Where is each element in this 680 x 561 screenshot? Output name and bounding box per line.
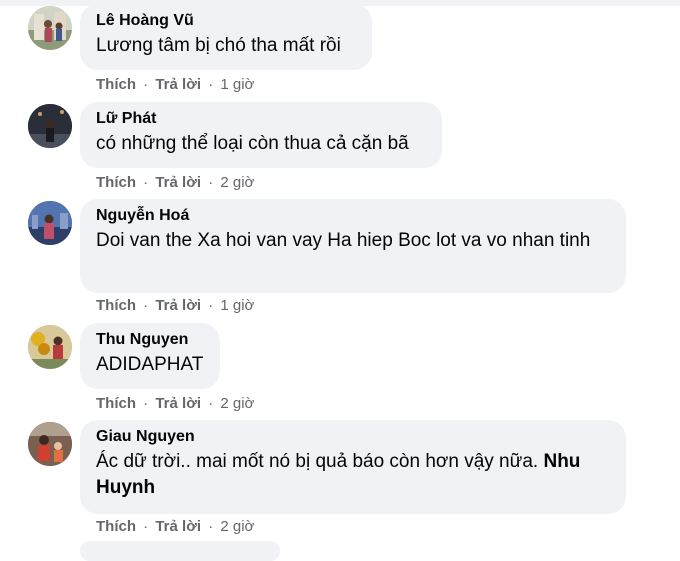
separator: · <box>143 518 149 535</box>
comment-timestamp[interactable]: 1 giờ <box>220 76 254 93</box>
like-button[interactable]: Thích <box>96 395 136 412</box>
avatar[interactable] <box>28 201 72 245</box>
like-button[interactable]: Thích <box>96 174 136 191</box>
reply-button[interactable]: Trả lời <box>155 76 201 93</box>
comment-bubble: Giau Nguyen Ác dữ trời.. mai mốt nó bị q… <box>80 420 626 514</box>
comment-actions: Thích · Trả lời · 1 giờ <box>96 297 254 315</box>
like-button[interactable]: Thích <box>96 76 136 93</box>
comment-bubble: Nguyễn Hoá Doi van the Xa hoi van vay Ha… <box>80 199 626 293</box>
separator: · <box>208 518 214 535</box>
comment-text: ADIDAPHAT <box>96 354 204 375</box>
comment-author[interactable]: Thu Nguyen <box>96 330 206 350</box>
comment-author[interactable]: Nguyễn Hoá <box>96 206 612 226</box>
separator: · <box>143 297 149 314</box>
comment-author[interactable]: Giau Nguyen <box>96 427 612 447</box>
avatar[interactable] <box>28 6 72 50</box>
comment-text: Ác dữ trời.. mai mốt nó bị quả báo còn h… <box>96 449 612 501</box>
comment-timestamp[interactable]: 2 giờ <box>220 174 254 191</box>
comment-actions: Thích · Trả lời · 2 giờ <box>96 518 254 536</box>
comment-actions: Thích · Trả lời · 2 giờ <box>96 395 254 413</box>
comment-body: Ác dữ trời.. mai mốt nó bị quả báo còn h… <box>96 451 539 472</box>
separator: · <box>143 174 149 191</box>
avatar-photo <box>28 201 72 245</box>
avatar-photo <box>28 6 72 50</box>
avatar[interactable] <box>28 422 72 466</box>
separator: · <box>208 297 214 314</box>
separator: · <box>208 174 214 191</box>
comment-timestamp[interactable]: 2 giờ <box>220 518 254 535</box>
avatar[interactable] <box>28 325 72 369</box>
avatar-photo <box>28 422 72 466</box>
reply-button[interactable]: Trả lời <box>155 174 201 191</box>
next-comment-bubble <box>80 541 280 561</box>
comment-text: Doi van the Xa hoi van vay Ha hiep Boc l… <box>96 230 591 251</box>
comment-actions: Thích · Trả lời · 2 giờ <box>96 174 254 192</box>
like-button[interactable]: Thích <box>96 518 136 535</box>
comment-timestamp[interactable]: 1 giờ <box>220 297 254 314</box>
comment-author[interactable]: Lê Hoàng Vũ <box>96 11 358 31</box>
reply-button[interactable]: Trả lời <box>155 395 201 412</box>
comment-bubble: Thu Nguyen ADIDAPHAT <box>80 323 220 389</box>
like-button[interactable]: Thích <box>96 297 136 314</box>
separator: · <box>143 76 149 93</box>
separator: · <box>208 76 214 93</box>
comment-timestamp[interactable]: 2 giờ <box>220 395 254 412</box>
comment-bubble: Lê Hoàng Vũ Lương tâm bị chó tha mất rồi <box>80 4 372 70</box>
comment-text: Lương tâm bị chó tha mất rồi <box>96 35 341 56</box>
comment-text: có những thể loại còn thua cả cặn bã <box>96 133 409 154</box>
comment-author[interactable]: Lữ Phát <box>96 109 428 129</box>
separator: · <box>208 395 214 412</box>
comment-bubble: Lữ Phát có những thể loại còn thua cả cặ… <box>80 102 442 168</box>
comment-actions: Thích · Trả lời · 1 giờ <box>96 76 254 94</box>
reply-button[interactable]: Trả lời <box>155 518 201 535</box>
avatar-photo <box>28 325 72 369</box>
avatar[interactable] <box>28 104 72 148</box>
separator: · <box>143 395 149 412</box>
avatar-photo <box>28 104 72 148</box>
reply-button[interactable]: Trả lời <box>155 297 201 314</box>
